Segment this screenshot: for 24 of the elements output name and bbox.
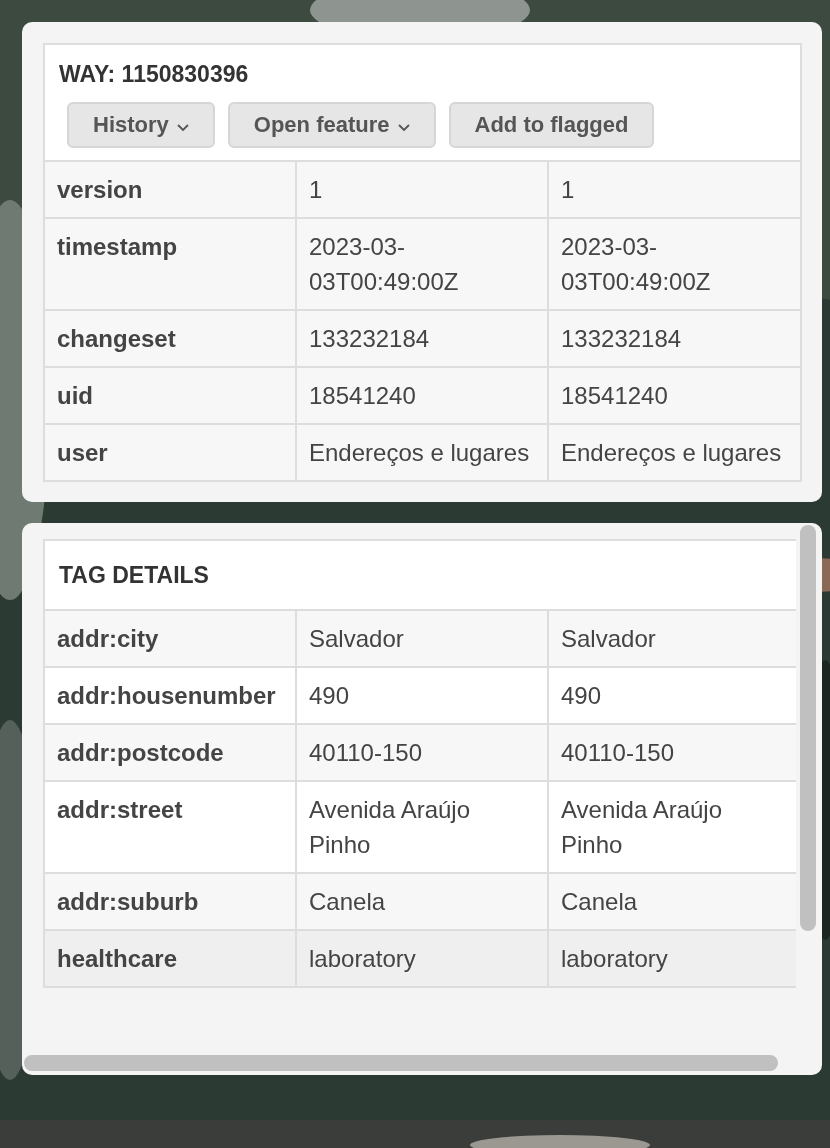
vertical-scrollbar[interactable] <box>800 525 816 931</box>
table-cell-text: healthcare <box>56 944 179 974</box>
table-cell: Endereços e lugares <box>547 425 799 480</box>
table-cell-text: timestamp <box>56 232 179 262</box>
table-cell-text: addr:street <box>56 795 184 825</box>
caret-icon <box>176 124 189 132</box>
table-cell: laboratory <box>295 931 547 986</box>
table-cell-text: changeset <box>56 324 177 354</box>
table-cell-text: version <box>56 175 144 205</box>
caret-icon <box>397 124 410 132</box>
table-cell-text: addr:suburb <box>56 887 200 917</box>
table-cell-text: user <box>56 438 109 468</box>
button[interactable]: Add to flagged <box>448 102 655 148</box>
table-cell-text: uid <box>56 381 94 411</box>
dropdown-button[interactable]: History <box>67 102 215 148</box>
feature-title: WAY: 1150830396 <box>59 61 250 88</box>
section-title: TAG DETAILS <box>59 561 209 589</box>
table-cell-text: addr:postcode <box>56 738 225 768</box>
horizontal-scrollbar[interactable] <box>24 1055 778 1071</box>
table-cell: laboratory <box>547 931 796 986</box>
table-cell: Endereços e lugares <box>295 425 547 480</box>
dropdown-button[interactable]: Open feature <box>227 102 436 148</box>
table-cell-text: addr:city <box>56 624 160 654</box>
table-cell-text: addr:housenumber <box>56 681 277 711</box>
